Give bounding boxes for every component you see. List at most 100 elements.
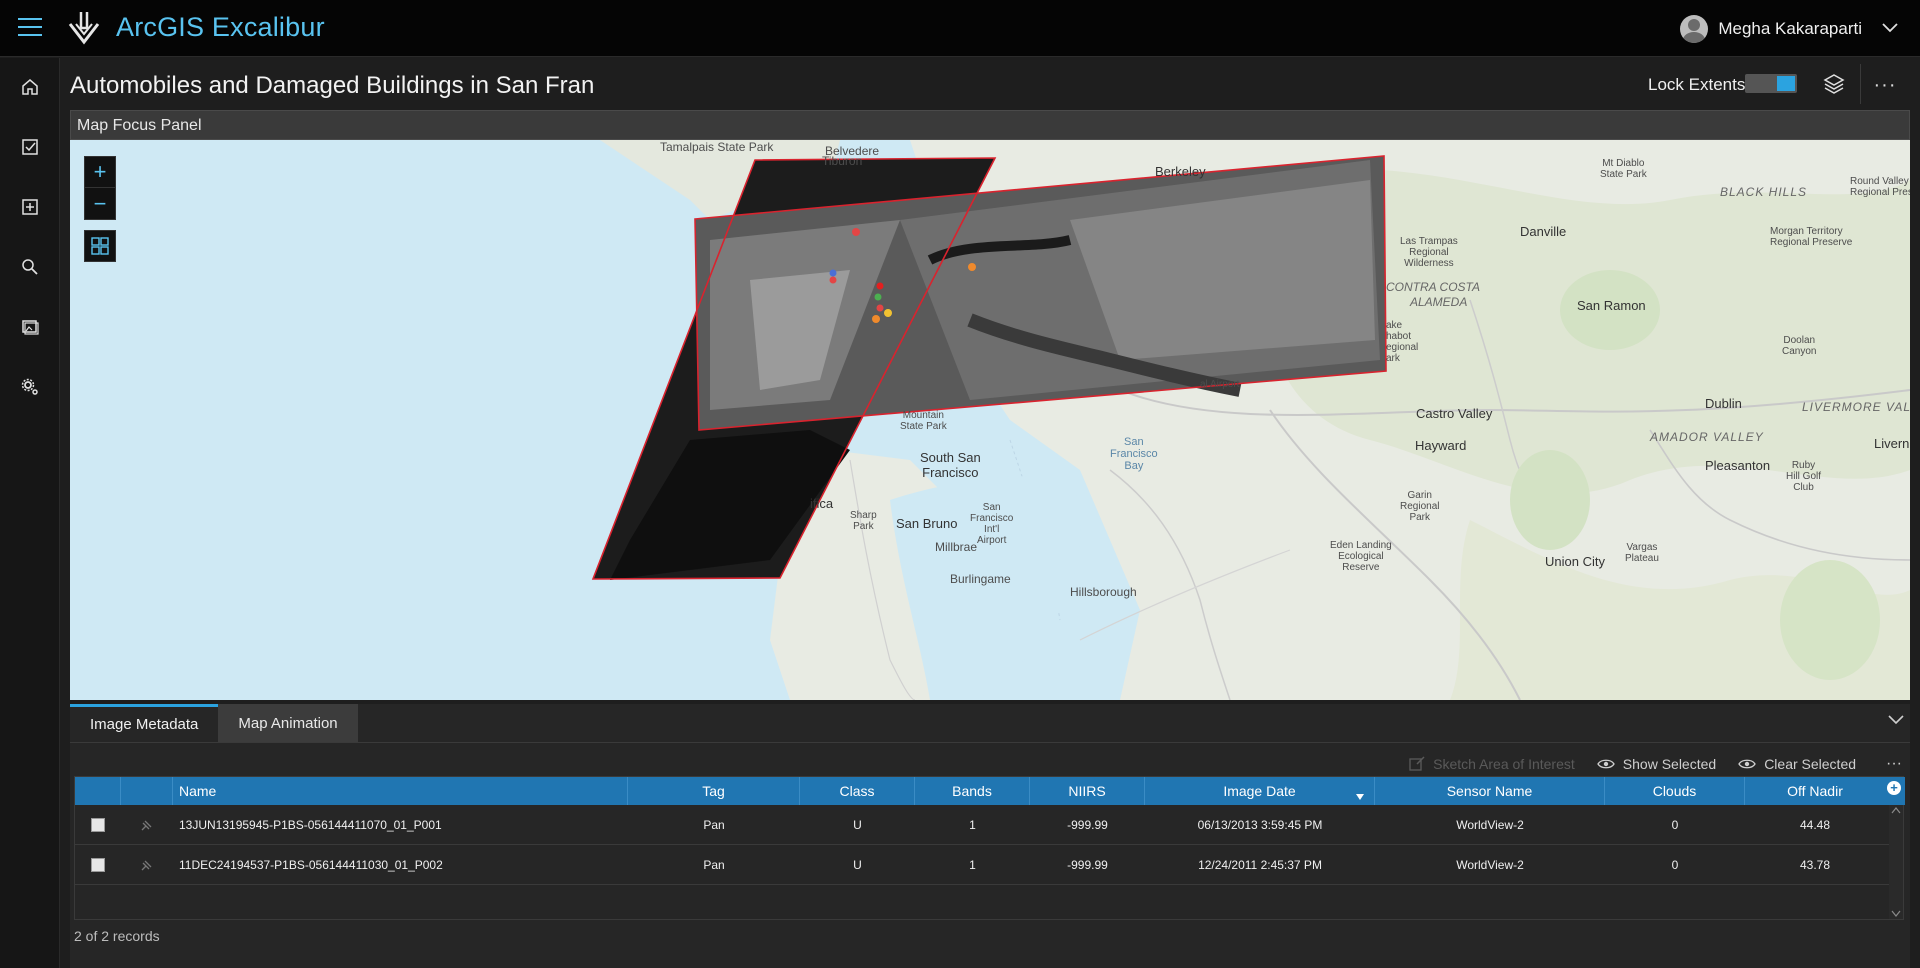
show-selected-button[interactable]: Show Selected — [1597, 756, 1716, 772]
map-label: Tamalpais State Park — [660, 140, 774, 154]
map-label: ake habot egional ark — [1386, 320, 1419, 364]
cell-clouds: 0 — [1671, 858, 1679, 872]
map-label: al Airport — [1200, 379, 1240, 390]
map-label: Round Valley Regional Preserve — [1850, 176, 1910, 198]
page-title: Automobiles and Damaged Buildings in San… — [70, 72, 595, 99]
cell-image-date: 12/24/2011 2:45:37 PM — [1198, 858, 1322, 872]
record-count: 2 of 2 records — [74, 928, 160, 944]
more-options-icon[interactable]: ··· — [1878, 755, 1910, 773]
map-label: Hayward — [1415, 438, 1467, 453]
basemap-gallery-icon[interactable] — [84, 230, 116, 262]
satellite-icon — [121, 805, 173, 845]
row-checkbox[interactable] — [91, 818, 105, 832]
lock-extents-toggle[interactable] — [1745, 74, 1797, 93]
header-class[interactable]: Class — [800, 777, 915, 805]
map-label: Union City — [1545, 554, 1605, 569]
images-icon[interactable] — [0, 302, 60, 352]
sketch-icon — [1409, 756, 1425, 771]
menu-icon[interactable] — [18, 18, 42, 38]
cell-niirs: -999.99 — [1067, 858, 1108, 872]
app-title: ArcGIS Excalibur — [116, 12, 325, 42]
basemap — [591, 140, 1910, 700]
header-niirs[interactable]: NIIRS — [1030, 777, 1145, 805]
table-toolbar: Sketch Area of Interest Show Selected Cl… — [1409, 752, 1910, 776]
map-label: Vargas Plateau — [1625, 542, 1659, 564]
map-label: Mt Diablo State Park — [1600, 158, 1647, 180]
header-bands[interactable]: Bands — [915, 777, 1030, 805]
table-scrollbar[interactable] — [1889, 805, 1903, 919]
cell-off-nadir: 44.48 — [1799, 818, 1831, 832]
layers-icon[interactable] — [1818, 68, 1850, 100]
table-row[interactable]: 13JUN13195945-P1BS-056144411070_01_P001 … — [75, 805, 1890, 845]
map-label: Berkeley — [1155, 164, 1206, 179]
map-view[interactable]: Tamalpais State Park Belvedere Tiburon B… — [70, 140, 1910, 700]
map-label: Eden Landing Ecological Reserve — [1330, 540, 1392, 573]
bottom-panel: Image Metadata Map Animation Sketch Area… — [70, 704, 1910, 968]
map-label: South San Francisco — [920, 450, 981, 480]
map-label: Burlingame — [950, 572, 1011, 586]
map-label: CONTRA COSTA — [1386, 280, 1481, 294]
zoom-out-button[interactable]: − — [85, 188, 115, 219]
eye-icon — [1738, 759, 1756, 769]
divider — [70, 742, 1910, 743]
header-clouds[interactable]: Clouds — [1605, 777, 1745, 805]
eye-icon — [1597, 759, 1615, 769]
map-label: Livern — [1874, 436, 1910, 451]
cell-bands: 1 — [969, 818, 976, 832]
map-label: Dublin — [1705, 396, 1742, 411]
satellite-icon — [121, 845, 173, 885]
map-label: Doolan Canyon — [1782, 335, 1817, 357]
cell-image-date: 06/13/2013 3:59:45 PM — [1197, 818, 1323, 832]
cell-sensor-name: WorldView-2 — [1456, 818, 1524, 832]
chevron-down-icon[interactable] — [1888, 712, 1904, 730]
header-name[interactable]: Name — [173, 777, 628, 805]
user-menu[interactable]: Megha Kakaraparti — [1680, 14, 1898, 44]
avatar — [1680, 15, 1709, 43]
cell-class: U — [853, 858, 862, 872]
show-selected-label: Show Selected — [1622, 756, 1717, 772]
row-checkbox[interactable] — [91, 858, 105, 872]
map-label: ALAMEDA — [1410, 295, 1468, 309]
header-icon — [121, 777, 173, 805]
user-name: Megha Kakaraparti — [1718, 19, 1862, 38]
header-select[interactable] — [75, 777, 121, 805]
tab-image-metadata[interactable]: Image Metadata — [70, 704, 219, 742]
tab-map-animation[interactable]: Map Animation — [218, 704, 358, 742]
search-icon[interactable] — [0, 242, 60, 292]
map-panel-header: Map Focus Panel — [70, 110, 1910, 140]
table-row[interactable]: 11DEC24194537-P1BS-056144411030_01_P002 … — [75, 845, 1890, 885]
header-tag[interactable]: Tag — [628, 777, 800, 805]
zoom-control: + − — [84, 156, 116, 220]
left-nav — [0, 58, 60, 968]
map-label: San Ramon — [1577, 298, 1646, 313]
header-image-date-label: Image Date — [1223, 783, 1296, 799]
map-label: Garin Regional Park — [1400, 490, 1440, 523]
map-panel-title: Map Focus Panel — [77, 117, 202, 134]
map-label: Las Trampas Regional Wilderness — [1400, 236, 1458, 269]
sketch-aoi-button[interactable]: Sketch Area of Interest — [1409, 756, 1575, 772]
home-icon[interactable] — [0, 62, 60, 112]
map-label: Morgan Territory Regional Preserve — [1770, 226, 1853, 248]
clear-selected-button[interactable]: Clear Selected — [1738, 756, 1856, 772]
header-image-date[interactable]: Image Date — [1145, 777, 1375, 805]
map-label: San Bruno — [896, 516, 958, 531]
checkbox-icon[interactable] — [0, 122, 60, 172]
map-label: Danville — [1520, 224, 1567, 239]
map-label: San Francisco Bay — [1110, 436, 1158, 472]
header-sensor-name[interactable]: Sensor Name — [1375, 777, 1605, 805]
cell-tag: Pan — [703, 858, 725, 872]
table-header: Name Tag Class Bands NIIRS Image Date Se… — [75, 777, 1905, 805]
map-label: LIVERMORE VALLEY — [1802, 400, 1910, 414]
settings-icon[interactable] — [0, 362, 60, 412]
tab-bar: Image Metadata Map Animation — [70, 704, 358, 742]
zoom-in-button[interactable]: + — [85, 157, 115, 188]
more-options-icon[interactable]: ··· — [1870, 70, 1900, 100]
header-off-nadir[interactable]: Off Nadir — [1745, 777, 1885, 805]
map-label: Tiburon — [822, 154, 863, 168]
cell-clouds: 0 — [1671, 818, 1679, 832]
add-box-icon[interactable] — [0, 182, 60, 232]
chevron-down-icon — [1882, 20, 1898, 38]
map-label: Sharp Park — [850, 510, 877, 532]
add-column-icon[interactable]: + — [1887, 781, 1901, 795]
map-label: BLACK HILLS — [1720, 185, 1808, 199]
